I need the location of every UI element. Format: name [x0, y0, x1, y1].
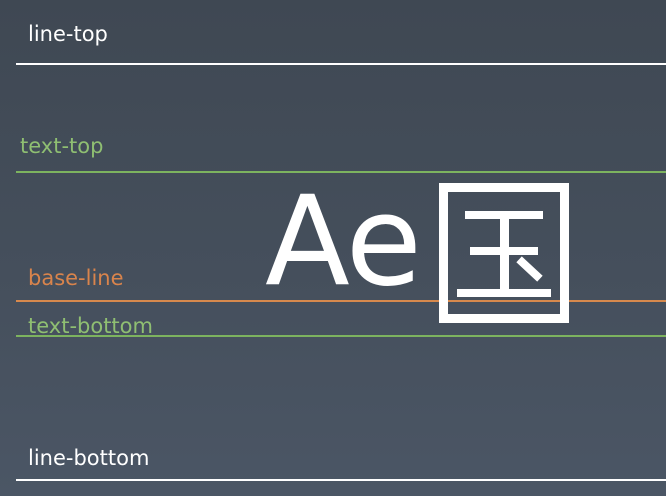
- sample-text: Ae: [265, 180, 575, 330]
- line-bottom-line: [16, 479, 666, 481]
- text-top-label: text-top: [20, 134, 104, 158]
- sample-cjk-glyph: [439, 183, 569, 323]
- text-bottom-line: [16, 335, 666, 337]
- line-bottom-label: line-bottom: [28, 446, 150, 470]
- sample-latin-text: Ae: [265, 170, 422, 314]
- text-bottom-label: text-bottom: [28, 314, 153, 338]
- base-line-label: base-line: [28, 266, 124, 290]
- line-top-label: line-top: [28, 22, 108, 46]
- line-top-line: [16, 63, 666, 65]
